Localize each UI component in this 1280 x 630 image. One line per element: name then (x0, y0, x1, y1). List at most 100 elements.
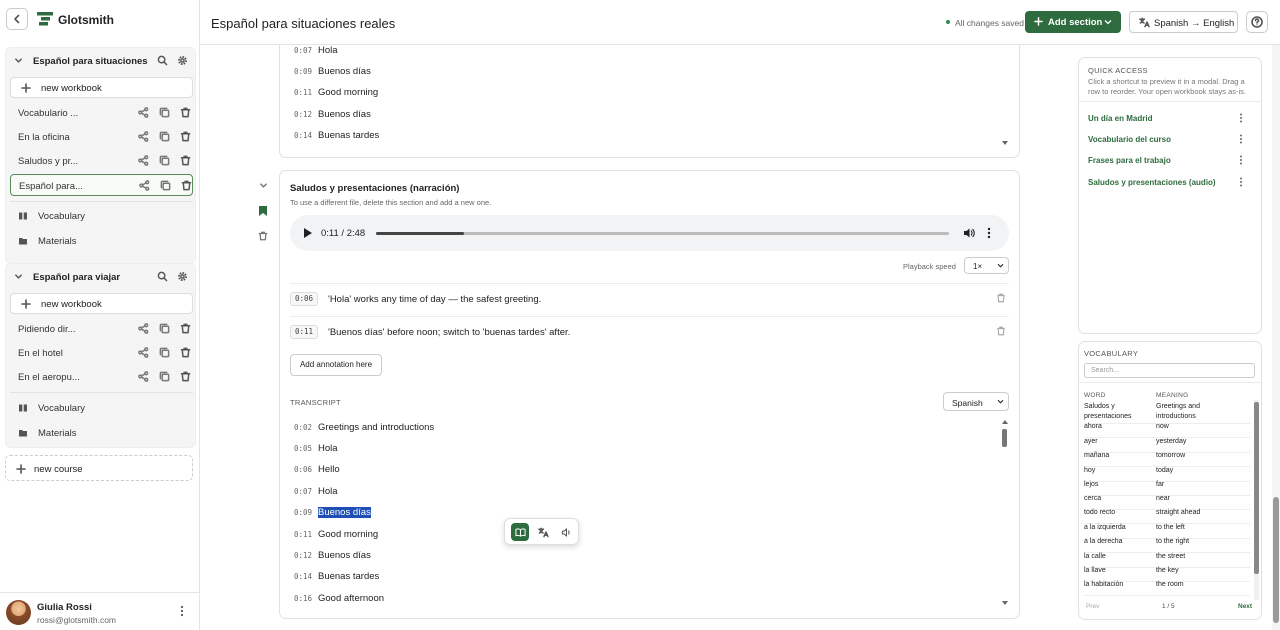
share-icon[interactable] (138, 107, 149, 118)
trash-icon[interactable] (180, 371, 191, 382)
transcript-language-select[interactable]: Spanish (943, 392, 1009, 411)
more-vertical-icon[interactable] (1239, 113, 1243, 123)
add-section-button[interactable]: Add section (1025, 11, 1121, 33)
vocabulary-search-input[interactable]: Search... (1084, 363, 1255, 378)
trash-icon[interactable] (996, 326, 1006, 336)
transcript-line-selected[interactable]: 0:09 Buenos días (294, 507, 371, 521)
more-vertical-icon[interactable] (179, 605, 185, 617)
user-profile[interactable]: Giulia Rossi rossi@glotsmith.com (0, 592, 199, 630)
transcript-line[interactable]: 0:11 Good morning (294, 529, 378, 543)
transcript-line[interactable]: 0:09 Buenos días (294, 66, 371, 80)
share-icon[interactable] (138, 155, 149, 166)
transcript-line[interactable]: 0:07 Hola (294, 486, 338, 500)
transcript-line[interactable]: 0:12 Buenos días (294, 550, 371, 564)
copy-icon[interactable] (159, 323, 170, 334)
transcript-line[interactable]: 0:14 Buenas tardes (294, 130, 379, 144)
vocabulary-word[interactable]: la llave (1084, 566, 1152, 576)
vocabulary-word[interactable]: a la derecha (1084, 537, 1152, 547)
transcript-line[interactable]: 0:07 Hola (294, 45, 338, 59)
collapse-sidebar-button[interactable] (6, 8, 28, 30)
gear-icon[interactable] (177, 55, 188, 66)
copy-icon[interactable] (159, 347, 170, 358)
course-header[interactable]: Español para viajar (6, 264, 195, 290)
next-page-button[interactable]: Next (1238, 603, 1252, 610)
vocabulary-word[interactable]: a la izquierda (1084, 523, 1152, 533)
trash-icon[interactable] (180, 155, 191, 166)
vocabulary-word[interactable]: ahora (1084, 422, 1152, 432)
share-icon[interactable] (138, 131, 149, 142)
trash-icon[interactable] (180, 347, 191, 358)
workbook-row[interactable]: Saludos y pr... (10, 150, 193, 172)
search-icon[interactable] (157, 55, 168, 66)
more-vertical-icon[interactable] (1239, 134, 1243, 144)
nav-vocabulary[interactable]: Vocabulary (10, 398, 193, 418)
more-vertical-icon[interactable] (987, 227, 991, 239)
quick-access-item[interactable]: Un día en Madrid (1088, 114, 1152, 123)
gear-icon[interactable] (177, 271, 188, 282)
trash-icon[interactable] (180, 323, 191, 334)
scroll-down-icon[interactable] (1001, 600, 1009, 606)
transcript-scrollbar[interactable] (1002, 429, 1007, 447)
course-header[interactable]: Español para situaciones ... (6, 48, 195, 74)
copy-icon[interactable] (159, 371, 170, 382)
nav-vocabulary[interactable]: Vocabulary (10, 206, 193, 226)
vocabulary-word[interactable]: la calle (1084, 552, 1152, 562)
chevron-down-icon[interactable] (259, 181, 268, 190)
course-title[interactable]: Español para viajar (33, 272, 120, 283)
quick-access-item[interactable]: Saludos y presentaciones (audio) (1088, 178, 1216, 187)
share-icon[interactable] (139, 180, 150, 191)
bookmark-icon[interactable] (259, 206, 267, 216)
add-to-vocabulary-button[interactable] (511, 523, 529, 541)
vocabulary-word[interactable]: la habitación (1084, 580, 1152, 590)
annotation-timestamp[interactable]: 0:11 (290, 325, 318, 339)
volume-icon[interactable] (963, 227, 975, 239)
scroll-up-icon[interactable] (1001, 419, 1009, 425)
vocabulary-word[interactable]: ayer (1084, 437, 1152, 447)
help-button[interactable] (1246, 11, 1268, 33)
trash-icon[interactable] (180, 107, 191, 118)
annotation-timestamp[interactable]: 0:06 (290, 292, 318, 306)
trash-icon[interactable] (181, 180, 192, 191)
page-scrollbar[interactable] (1273, 497, 1279, 623)
copy-icon[interactable] (159, 155, 170, 166)
more-vertical-icon[interactable] (1239, 177, 1243, 187)
nav-materials[interactable]: Materials (10, 231, 193, 251)
workbook-row[interactable]: Pidiendo dir... (10, 318, 193, 340)
share-icon[interactable] (138, 347, 149, 358)
new-course-button[interactable]: new course (5, 455, 193, 481)
trash-icon[interactable] (996, 293, 1006, 303)
trash-icon[interactable] (258, 231, 268, 241)
chevron-down-icon[interactable] (14, 56, 23, 65)
vocabulary-word[interactable]: lejos (1084, 480, 1152, 490)
transcript-line[interactable]: 0:05 Hola (294, 443, 338, 457)
playback-speed-select[interactable]: 1× (964, 257, 1009, 274)
quick-access-item[interactable]: Frases para el trabajo (1088, 156, 1171, 165)
vocabulary-word[interactable]: Saludos y presentaciones (1084, 402, 1152, 422)
transcript-line[interactable]: 0:02 Greetings and introductions (294, 422, 434, 436)
new-workbook-button[interactable]: new workbook (10, 77, 193, 98)
vocabulary-word[interactable]: todo recto (1084, 508, 1152, 518)
annotation-row[interactable]: 0:11 'Buenos días' before noon; switch t… (290, 316, 1009, 346)
translate-button[interactable] (534, 523, 552, 541)
workbook-row[interactable]: Vocabulario ... (10, 102, 193, 124)
prev-page-button[interactable]: Prev (1086, 603, 1099, 610)
trash-icon[interactable] (180, 131, 191, 142)
new-workbook-button[interactable]: new workbook (10, 293, 193, 314)
transcript-line[interactable]: 0:14 Buenas tardes (294, 571, 379, 585)
vocabulary-scrollbar[interactable] (1254, 402, 1259, 574)
workbook-row[interactable]: En el aeropu... (10, 366, 193, 388)
workbook-row[interactable]: En el hotel (10, 342, 193, 364)
copy-icon[interactable] (159, 107, 170, 118)
vocabulary-word[interactable]: cerca (1084, 494, 1152, 504)
copy-icon[interactable] (160, 180, 171, 191)
speak-button[interactable] (557, 523, 575, 541)
chevron-down-icon[interactable] (14, 272, 23, 281)
more-vertical-icon[interactable] (1239, 155, 1243, 165)
seek-bar[interactable] (376, 232, 949, 235)
share-icon[interactable] (138, 371, 149, 382)
transcript-line[interactable]: 0:06 Hello (294, 464, 340, 478)
add-annotation-button[interactable]: Add annotation here (290, 354, 382, 376)
copy-icon[interactable] (159, 131, 170, 142)
vocabulary-word[interactable]: hoy (1084, 466, 1152, 476)
search-icon[interactable] (157, 271, 168, 282)
